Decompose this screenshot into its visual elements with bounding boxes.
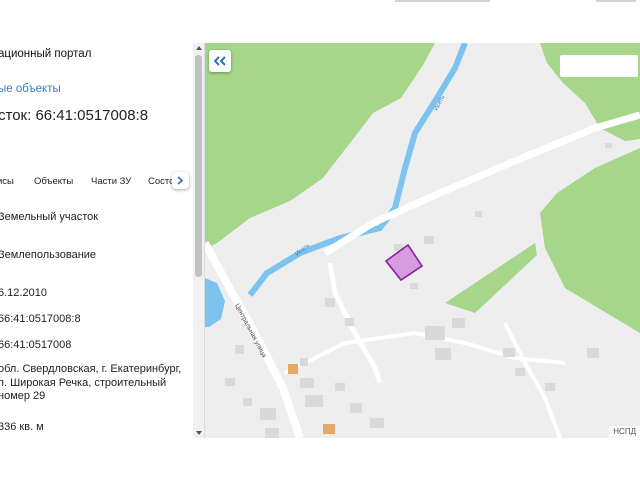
building xyxy=(435,348,451,360)
top-accent-line xyxy=(395,0,490,2)
scroll-up-arrow-icon[interactable] xyxy=(196,46,202,50)
building xyxy=(605,143,612,148)
tab-1[interactable]: исы xyxy=(0,176,14,187)
building xyxy=(305,395,323,407)
top-accent-line-2 xyxy=(596,0,636,2)
map-attribution: НСПД xyxy=(609,426,640,438)
portal-title: ационный портал xyxy=(0,48,92,60)
building xyxy=(424,236,434,244)
map-canvas: Исеть Исеть Центральная улица xyxy=(205,43,640,438)
building xyxy=(587,348,599,358)
parcel-title: сток: 66:41:0517008:8 xyxy=(0,107,149,124)
double-chevron-left-icon xyxy=(214,56,226,66)
building xyxy=(410,283,418,289)
address-line: номер 29 xyxy=(0,390,46,402)
tab-parts[interactable]: Части ЗУ xyxy=(91,176,131,187)
address-line: обл. Свердловская, г. Екатеринбург, xyxy=(0,363,182,375)
tab-objects[interactable]: Объекты xyxy=(34,176,73,187)
scroll-down-arrow-icon[interactable] xyxy=(196,431,202,435)
building xyxy=(475,211,482,217)
tab-state[interactable]: Состо xyxy=(148,176,174,187)
building xyxy=(515,368,525,376)
bottom-bar xyxy=(0,438,640,480)
building xyxy=(503,348,515,357)
building xyxy=(300,378,314,388)
building xyxy=(300,358,308,366)
address-line: п. Широкая Речка, строительный xyxy=(0,376,167,389)
cadastral-number-value: 66:41:0517008:8 xyxy=(0,313,81,325)
map-search-box[interactable] xyxy=(560,55,638,77)
building xyxy=(325,298,335,307)
tab-bar: исы Объекты Части ЗУ Состо xyxy=(0,167,194,195)
top-bar xyxy=(0,0,640,43)
accent-building xyxy=(288,364,298,374)
objects-link[interactable]: ые объекты xyxy=(0,83,61,95)
building xyxy=(265,428,279,438)
building xyxy=(425,326,445,340)
building xyxy=(545,383,555,391)
quarter-value: 66:41:0517008 xyxy=(0,339,72,351)
date-value: 6.12.2010 xyxy=(0,287,47,299)
building xyxy=(345,318,354,326)
scroll-thumb[interactable] xyxy=(195,55,202,277)
area-value: 336 кв. м xyxy=(0,421,44,433)
app-root: ационный портал ые объекты сток: 66:41:0… xyxy=(0,0,640,480)
building xyxy=(370,418,384,428)
building xyxy=(350,403,362,413)
category-value: Земельный участок xyxy=(0,211,99,223)
accent-building xyxy=(323,424,335,434)
type-value: Землепользование xyxy=(0,249,97,261)
address-value: обл. Свердловская, г. Екатеринбург, п. Ш… xyxy=(0,363,181,404)
building xyxy=(235,345,244,354)
panel-scrollbar[interactable] xyxy=(193,43,204,438)
building xyxy=(260,408,276,420)
building xyxy=(335,383,345,391)
chevron-right-icon xyxy=(177,176,183,185)
map-view[interactable]: Исеть Исеть Центральная улица НСПД xyxy=(205,43,640,438)
collapse-panel-button[interactable] xyxy=(209,50,231,72)
building xyxy=(225,378,235,386)
building xyxy=(452,318,465,328)
info-panel: ационный портал ые объекты сток: 66:41:0… xyxy=(0,43,205,438)
building xyxy=(243,398,252,406)
tabs-next-button[interactable] xyxy=(172,172,189,189)
